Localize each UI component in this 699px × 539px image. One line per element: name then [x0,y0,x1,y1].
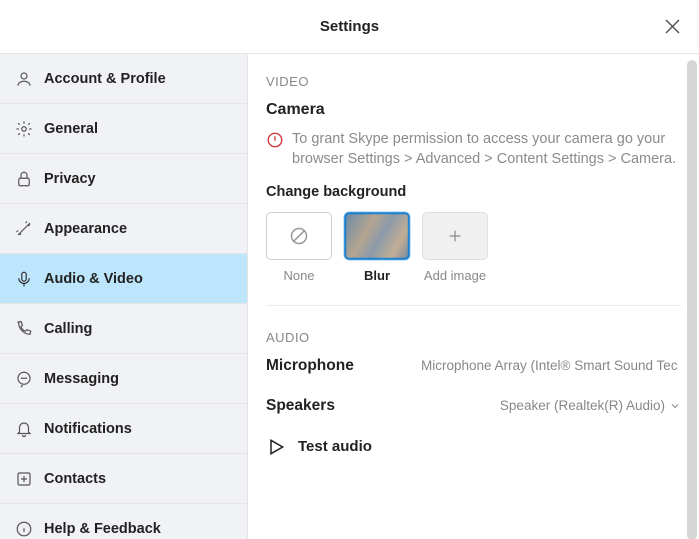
sidebar-item-label: Audio & Video [44,271,143,287]
sidebar-item-label: General [44,121,98,137]
plus-icon [447,228,463,244]
sidebar-item-label: Help & Feedback [44,521,161,537]
camera-permission-alert: To grant Skype permission to access your… [266,129,681,170]
mic-icon [14,269,34,289]
sidebar-item-appearance[interactable]: Appearance [0,204,247,254]
microphone-selector[interactable]: Microphone Array (Intel® Smart Sound Tec [421,358,681,373]
speakers-row: Speakers Speaker (Realtek(R) Audio) [266,397,681,415]
bell-icon [14,419,34,439]
background-option-blur[interactable]: Blur [344,212,410,283]
titlebar: Settings [0,0,699,54]
change-background-heading: Change background [266,184,681,200]
speakers-label: Speakers [266,397,335,415]
sidebar-item-label: Contacts [44,471,106,487]
background-option-label: Add image [424,268,486,283]
contacts-icon [14,469,34,489]
sidebar-item-contacts[interactable]: Contacts [0,454,247,504]
chat-icon [14,369,34,389]
microphone-label: Microphone [266,357,354,375]
section-label-video: VIDEO [266,74,681,89]
test-audio-label: Test audio [298,438,372,455]
person-icon [14,69,34,89]
sidebar-item-label: Privacy [44,171,96,187]
sidebar-item-account-profile[interactable]: Account & Profile [0,54,247,104]
no-sign-icon [289,226,309,246]
info-icon [14,519,34,539]
close-icon [665,19,680,34]
phone-icon [14,319,34,339]
sidebar-item-notifications[interactable]: Notifications [0,404,247,454]
page-title: Settings [320,18,379,35]
speakers-selector[interactable]: Speaker (Realtek(R) Audio) [500,398,681,413]
background-options: None Blur Add image [266,212,681,306]
sidebar-item-label: Account & Profile [44,71,166,87]
section-label-audio: AUDIO [266,330,681,345]
gear-icon [14,119,34,139]
background-option-none[interactable]: None [266,212,332,283]
sidebar-item-label: Notifications [44,421,132,437]
camera-heading: Camera [266,101,681,119]
chevron-down-icon [669,400,681,412]
background-option-label: None [283,268,314,283]
sidebar-item-general[interactable]: General [0,104,247,154]
sidebar-item-label: Calling [44,321,92,337]
play-icon [266,437,286,457]
alert-message: To grant Skype permission to access your… [292,129,681,170]
close-button[interactable] [663,18,681,36]
sidebar-item-calling[interactable]: Calling [0,304,247,354]
sidebar-item-label: Messaging [44,371,119,387]
microphone-value: Microphone Array (Intel® Smart Sound Tec [421,358,678,373]
microphone-row: Microphone Microphone Array (Intel® Smar… [266,357,681,375]
sidebar-item-help-feedback[interactable]: Help & Feedback [0,504,247,539]
scrollbar[interactable] [687,60,697,539]
sidebar-item-label: Appearance [44,221,127,237]
sidebar-item-privacy[interactable]: Privacy [0,154,247,204]
wand-icon [14,219,34,239]
background-option-add-image[interactable]: Add image [422,212,488,283]
test-audio-button[interactable]: Test audio [266,437,681,457]
sidebar: Account & Profile General Privacy Appear… [0,54,248,539]
sidebar-item-audio-video[interactable]: Audio & Video [0,254,247,304]
content-panel: VIDEO Camera To grant Skype permission t… [248,54,699,539]
warning-icon [266,131,284,170]
lock-icon [14,169,34,189]
background-option-label: Blur [364,268,390,283]
sidebar-item-messaging[interactable]: Messaging [0,354,247,404]
speakers-value: Speaker (Realtek(R) Audio) [500,398,665,413]
